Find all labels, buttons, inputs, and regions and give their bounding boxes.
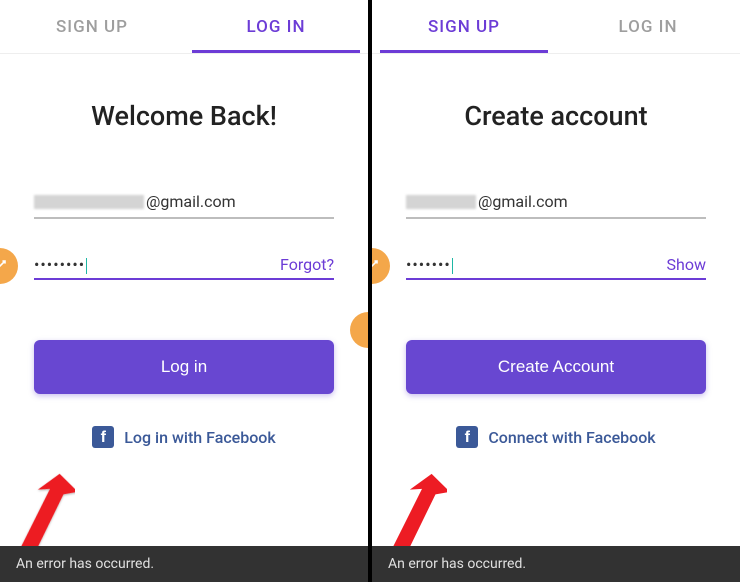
password-mask: •••••••	[406, 255, 451, 274]
tab-signup[interactable]: SIGN UP	[0, 0, 184, 53]
login-button[interactable]: Log in	[34, 340, 334, 394]
email-suffix: @gmail.com	[146, 192, 236, 211]
login-pane: SIGN UP LOG IN Welcome Back! @gmail.com …	[0, 0, 368, 582]
signup-form: @gmail.com ••••••• Show	[372, 186, 740, 280]
facebook-label: Log in with Facebook	[124, 428, 275, 447]
password-field[interactable]: •••••••• Forgot?	[34, 247, 334, 280]
facebook-icon: f	[456, 426, 478, 448]
email-field[interactable]: @gmail.com	[34, 186, 334, 219]
text-caret	[452, 258, 453, 274]
error-toast: An error has occurred.	[0, 546, 368, 582]
forgot-link[interactable]: Forgot?	[280, 255, 334, 274]
side-by-side-container: SIGN UP LOG IN Welcome Back! @gmail.com …	[0, 0, 740, 582]
show-password-link[interactable]: Show	[667, 255, 706, 274]
tab-login[interactable]: LOG IN	[184, 0, 368, 53]
page-title: Create account	[372, 100, 740, 132]
page-title: Welcome Back!	[0, 100, 368, 132]
error-message: An error has occurred.	[388, 556, 526, 572]
facebook-label: Connect with Facebook	[488, 428, 655, 447]
email-field[interactable]: @gmail.com	[406, 186, 706, 219]
facebook-connect-button[interactable]: f Connect with Facebook	[372, 426, 740, 448]
error-toast: An error has occurred.	[372, 546, 740, 582]
redacted-username	[406, 195, 476, 209]
redacted-username	[34, 195, 144, 209]
facebook-login-button[interactable]: f Log in with Facebook	[0, 426, 368, 448]
login-form: @gmail.com •••••••• Forgot?	[0, 186, 368, 280]
create-account-button[interactable]: Create Account	[406, 340, 706, 394]
error-message: An error has occurred.	[16, 556, 154, 572]
tabs: SIGN UP LOG IN	[0, 0, 368, 54]
signup-pane: SIGN UP LOG IN Create account @gmail.com…	[372, 0, 740, 582]
facebook-icon: f	[92, 426, 114, 448]
password-mask: ••••••••	[34, 255, 85, 274]
tabs: SIGN UP LOG IN	[372, 0, 740, 54]
tab-signup[interactable]: SIGN UP	[372, 0, 556, 53]
email-suffix: @gmail.com	[478, 192, 568, 211]
decorative-dot	[350, 312, 368, 348]
password-field[interactable]: ••••••• Show	[406, 247, 706, 280]
text-caret	[86, 258, 87, 274]
tab-login[interactable]: LOG IN	[556, 0, 740, 53]
